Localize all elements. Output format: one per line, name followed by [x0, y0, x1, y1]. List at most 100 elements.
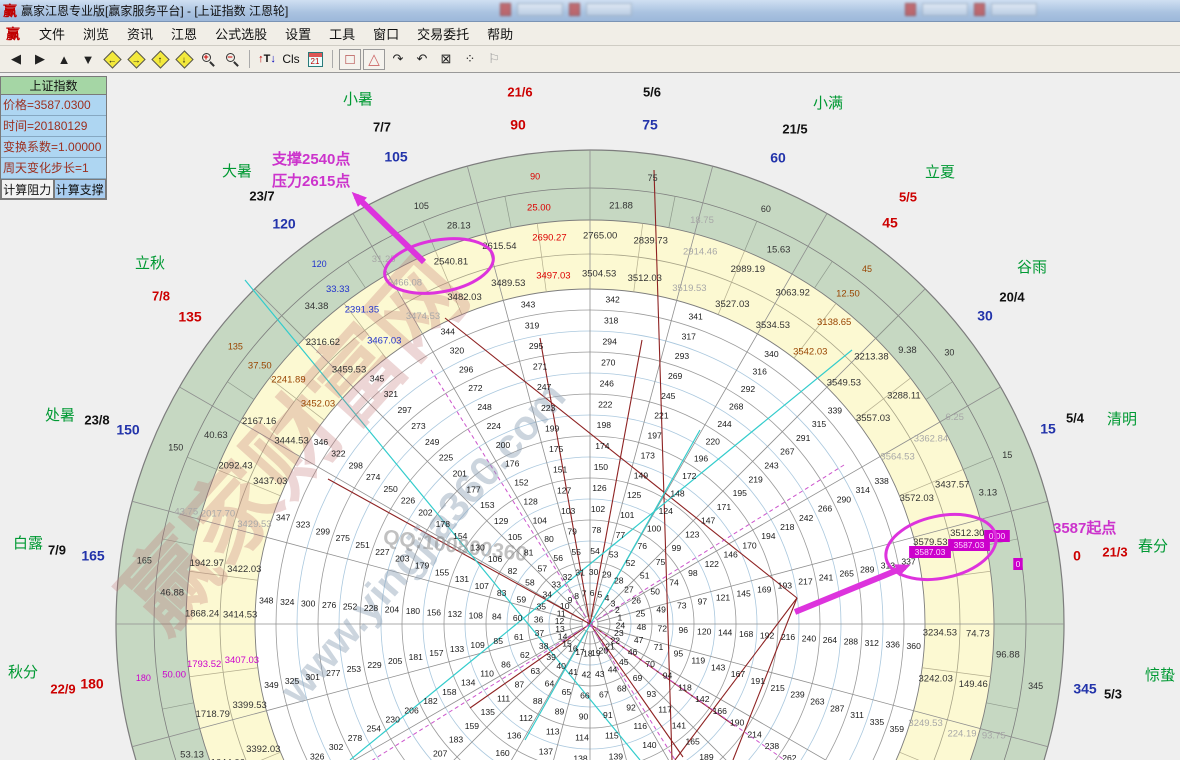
menu-item-4[interactable]: 江恩	[162, 21, 206, 46]
price-step-label: 3422.03	[227, 564, 261, 575]
wheel-outside-label: 20/4	[999, 289, 1025, 304]
wheel-number: 96	[678, 625, 688, 635]
menu-item-5[interactable]: 公式选股	[206, 21, 276, 46]
price-step-label: 3519.53	[672, 283, 706, 294]
wheel-number: 251	[355, 540, 370, 550]
wheel-number: 252	[343, 601, 358, 611]
menu-item-1[interactable]: 文件	[30, 21, 74, 46]
cls-button[interactable]: Cls	[280, 49, 302, 70]
menu-item-2[interactable]: 浏览	[74, 21, 118, 46]
wheel-outside-label: 白露	[13, 535, 43, 552]
center-icon[interactable]: ⁘	[459, 49, 481, 70]
wheel-number: 226	[401, 496, 416, 506]
wheel-number: 41	[568, 667, 578, 677]
nav-right-icon[interactable]: ▶	[29, 49, 51, 70]
wheel-number: 207	[433, 748, 448, 758]
wheel-number: 241	[819, 572, 834, 582]
wheel-number: 150	[594, 462, 609, 472]
menu-item-7[interactable]: 工具	[320, 21, 364, 46]
calc-resistance-button[interactable]: 计算阻力	[1, 179, 54, 199]
wheel-number: 44	[608, 665, 618, 675]
move-down-icon[interactable]: ↓	[173, 49, 195, 70]
wheel-number: 99	[672, 543, 682, 553]
menu-item-3[interactable]: 资讯	[118, 21, 162, 46]
triangle-tool-icon[interactable]: △	[363, 49, 385, 70]
move-right-icon[interactable]: →	[125, 49, 147, 70]
percent-ring-label: 43.75	[174, 507, 198, 518]
wheel-outside-label: 21/6	[507, 84, 532, 99]
zoom-in-icon[interactable]: +	[197, 49, 219, 70]
wheel-number: 201	[453, 468, 468, 478]
wheel-number: 77	[616, 530, 626, 540]
stock-info-panel: 上证指数 价格=3587.0300 时间=20180129 变换系数=1.000…	[0, 76, 107, 200]
wheel-outside-label: 7/7	[373, 119, 391, 134]
price-scale-label: 2765.00	[583, 231, 617, 242]
wheel-number: 116	[633, 721, 647, 731]
wheel-outside-label: 22/9	[50, 681, 75, 696]
wheel-number: 50	[650, 586, 660, 596]
wheel-number: 194	[761, 531, 776, 541]
calendar-icon[interactable]: 21	[304, 49, 326, 70]
updown-scale-icon[interactable]: ↑T↓	[256, 49, 278, 70]
wheel-number: 190	[730, 718, 745, 728]
menu-item-9[interactable]: 交易委托	[408, 21, 478, 46]
wheel-number: 198	[597, 420, 612, 430]
wheel-number: 223	[541, 403, 556, 413]
nav-up-icon[interactable]: ▲	[53, 49, 75, 70]
percent-ring-label-special: 33.33	[326, 284, 350, 295]
rotate-cw-icon[interactable]: ↷	[387, 49, 409, 70]
wheel-number: 143	[711, 662, 726, 672]
wheel-number: 94	[663, 671, 673, 681]
wheel-number: 197	[647, 431, 662, 441]
wheel-number: 314	[856, 485, 871, 495]
square-tool-icon[interactable]: □	[339, 49, 361, 70]
wheel-number: 158	[442, 687, 457, 697]
wheel-outside-label: 5/4	[1066, 410, 1085, 425]
wheel-number: 268	[729, 401, 744, 411]
wheel-number: 288	[844, 637, 859, 647]
wheel-number: 300	[301, 599, 316, 609]
wheel-number: 275	[336, 533, 351, 543]
wheel-outside-label: 165	[81, 548, 105, 564]
rotate-ccw-icon[interactable]: ↶	[411, 49, 433, 70]
wheel-number: 172	[682, 471, 697, 481]
highlight-box-value: 3587.03	[954, 540, 985, 550]
sep2	[332, 50, 333, 68]
wheel-number: 159	[465, 721, 480, 731]
gann-wheel-canvas[interactable]: 赢家财富网www.yingjia360.comQQ:10080036015304…	[0, 73, 1180, 760]
price-scale-label: 2316.62	[306, 337, 340, 348]
move-left-icon[interactable]: ←	[101, 49, 123, 70]
move-up-icon[interactable]: ↑	[149, 49, 171, 70]
zoom-out-icon[interactable]: −	[221, 49, 243, 70]
wheel-number: 127	[557, 485, 572, 495]
menu-item-6[interactable]: 设置	[276, 21, 320, 46]
menu-item-8[interactable]: 窗口	[364, 21, 408, 46]
wheel-number: 246	[600, 378, 615, 388]
price-scale-label: 2391.35	[345, 305, 379, 316]
price-scale-label: 149.46	[959, 679, 988, 690]
degree-ring-label: 45	[862, 264, 872, 274]
wheel-number: 153	[480, 500, 495, 510]
wheel-number: 202	[418, 507, 433, 517]
calc-support-button[interactable]: 计算支撑	[54, 179, 107, 199]
menu-item-10[interactable]: 帮助	[478, 21, 522, 46]
wheel-outside-label: 105	[384, 149, 408, 165]
wheel-number: 120	[697, 626, 712, 636]
wheel-outside-label: 120	[272, 216, 296, 232]
wheel-outside-label: 小暑	[343, 91, 373, 108]
nav-left-icon[interactable]: ◀	[5, 49, 27, 70]
wheel-number: 269	[668, 371, 683, 381]
wheel-number: 249	[425, 437, 440, 447]
degree-ring-label: 120	[312, 259, 327, 269]
price-step-label: 3497.03	[536, 270, 570, 281]
wheel-outside-label: 135	[178, 309, 202, 325]
clear-drawing-icon[interactable]: ⚐	[483, 49, 505, 70]
nav-down-icon[interactable]: ▼	[77, 49, 99, 70]
wheel-number: 203	[395, 554, 410, 564]
wheel-outside-label: 7/8	[152, 288, 170, 303]
wheel-number: 175	[549, 444, 564, 454]
wheel-number: 146	[723, 550, 738, 560]
price-step-label: 3474.53	[406, 311, 440, 322]
wheel-number: 277	[326, 668, 341, 678]
delete-box-icon[interactable]: ⊠	[435, 49, 457, 70]
